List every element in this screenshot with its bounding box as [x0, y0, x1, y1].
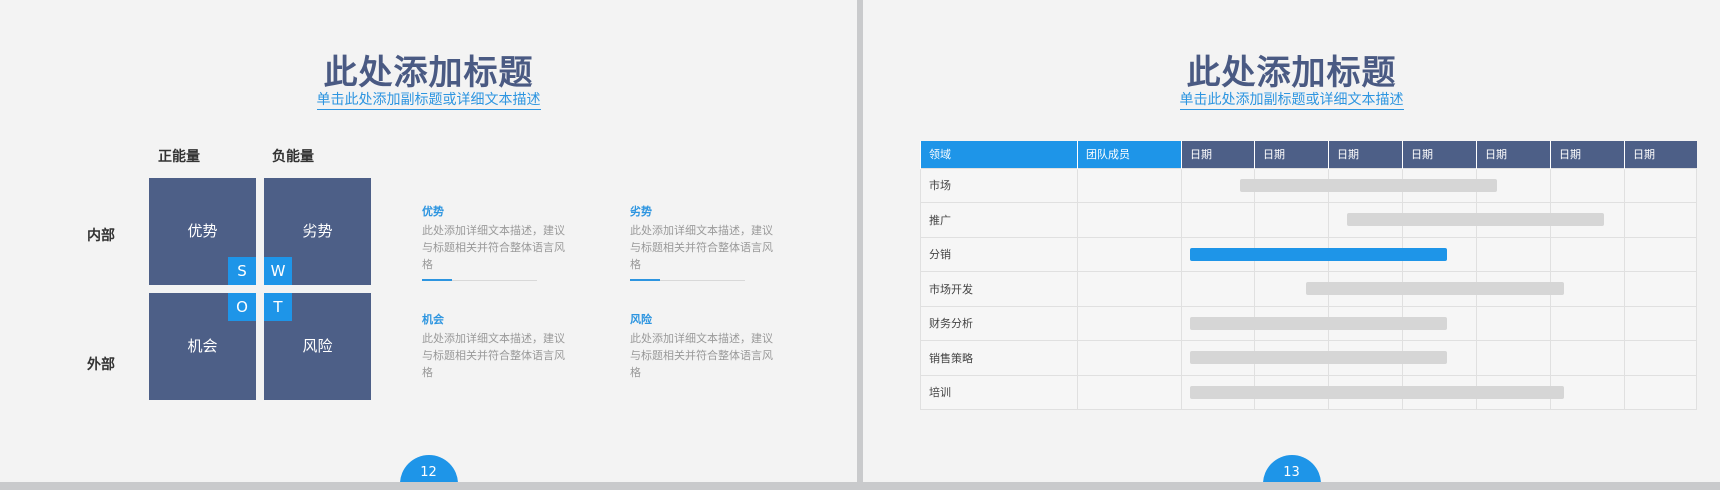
- header-date: 日期: [1328, 141, 1403, 168]
- slide-title: 此处添加标题: [323, 53, 534, 93]
- gantt-cell: [1181, 271, 1255, 307]
- row-label: 市场: [920, 167, 1078, 203]
- letter-t: T: [264, 293, 292, 321]
- col-label-negative: 负能量: [272, 149, 314, 165]
- row-label: 培训: [920, 374, 1078, 410]
- letter-w: W: [264, 257, 292, 285]
- letter-s: S: [228, 257, 256, 285]
- row-label: 市场开发: [920, 271, 1078, 307]
- gantt-cell: [1624, 340, 1697, 376]
- row-label-internal: 内部: [87, 228, 115, 244]
- gantt-bar: [1189, 316, 1448, 330]
- gantt-cell: [1476, 236, 1551, 272]
- gantt-cell: [1624, 305, 1697, 341]
- gantt-header-row: 领域 团队成员 日期 日期 日期 日期 日期 日期 日期: [920, 141, 1697, 168]
- col-label-positive: 正能量: [158, 149, 200, 165]
- gantt-bar: [1189, 385, 1564, 399]
- gantt-cell: [1077, 340, 1182, 376]
- slide-13: 此处添加标题 单击此处添加副标题或详细文本描述 领域 团队成员 日期 日期 日期…: [863, 0, 1720, 482]
- gantt-cell: [1077, 271, 1182, 307]
- header-team: 团队成员: [1077, 141, 1182, 168]
- gantt-cell: [1254, 202, 1329, 238]
- page-number-badge: 12: [399, 455, 458, 482]
- desc-divider: [422, 279, 537, 281]
- gantt-cell: [1077, 374, 1182, 410]
- desc-opportunities: 机会 此处添加详细文本描述，建议与标题相关并符合整体语言风格: [422, 313, 565, 379]
- gantt-cell: [1550, 167, 1625, 203]
- gantt-bar: [1346, 213, 1605, 227]
- gantt-cell: [1550, 305, 1625, 341]
- desc-weaknesses: 劣势 此处添加详细文本描述，建议与标题相关并符合整体语言风格: [630, 205, 773, 271]
- page-number-badge: 13: [1262, 455, 1321, 482]
- gantt-bar: [1306, 282, 1564, 296]
- gantt-cell: [1550, 236, 1625, 272]
- slide-subtitle: 单击此处添加副标题或详细文本描述: [316, 92, 541, 110]
- gantt-cell: [1550, 340, 1625, 376]
- row-label: 推广: [920, 202, 1078, 238]
- gantt-cell: [1624, 167, 1697, 203]
- gantt-cell: [1077, 236, 1182, 272]
- header-date: 日期: [1550, 141, 1625, 168]
- slide-title: 此处添加标题: [1186, 53, 1397, 93]
- gantt-bar: [1239, 178, 1498, 192]
- row-label-external: 外部: [87, 357, 115, 373]
- gantt-cell: [1181, 202, 1255, 238]
- gantt-cell: [1624, 374, 1697, 410]
- slide-12: 此处添加标题 单击此处添加副标题或详细文本描述 正能量 负能量 内部 外部 优势…: [0, 0, 857, 482]
- gantt-bar: [1189, 351, 1448, 365]
- gantt-cell: [1476, 340, 1551, 376]
- desc-divider: [630, 279, 745, 281]
- gantt-cell: [1077, 305, 1182, 341]
- gantt-cell: [1624, 271, 1697, 307]
- header-date: 日期: [1254, 141, 1329, 168]
- header-date: 日期: [1181, 141, 1255, 168]
- gantt-cell: [1624, 202, 1697, 238]
- row-label: 分销: [920, 236, 1078, 272]
- gantt-cell: [1077, 202, 1182, 238]
- letter-o: O: [228, 293, 256, 321]
- header-date: 日期: [1402, 141, 1477, 168]
- row-label: 销售策略: [920, 340, 1078, 376]
- header-date: 日期: [1476, 141, 1551, 168]
- gantt-cell: [1077, 167, 1182, 203]
- slide-subtitle: 单击此处添加副标题或详细文本描述: [1179, 92, 1404, 110]
- header-date: 日期: [1624, 141, 1697, 168]
- desc-threats: 风险 此处添加详细文本描述，建议与标题相关并符合整体语言风格: [630, 313, 773, 379]
- row-label: 财务分析: [920, 305, 1078, 341]
- header-field: 领域: [920, 141, 1078, 168]
- gantt-cell: [1476, 305, 1551, 341]
- gantt-cell: [1624, 236, 1697, 272]
- gantt-bar: [1189, 247, 1448, 261]
- desc-strengths: 优势 此处添加详细文本描述，建议与标题相关并符合整体语言风格: [422, 205, 565, 271]
